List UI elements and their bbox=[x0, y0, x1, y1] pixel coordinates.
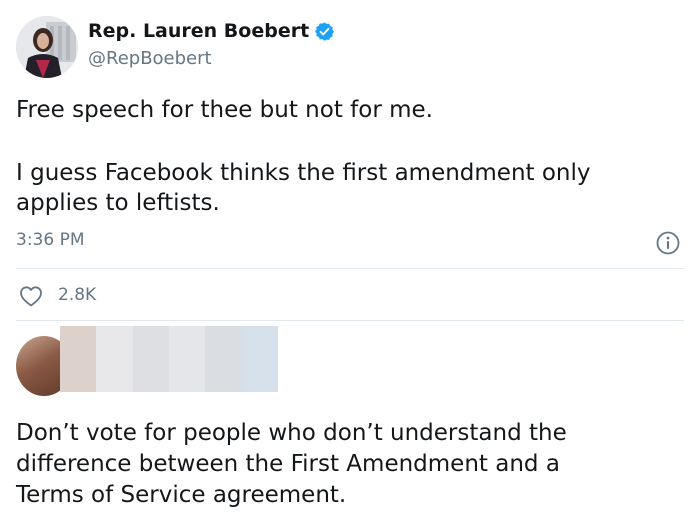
tweet-screenshot: Rep. Lauren Boebert @RepBoebert Free spe… bbox=[0, 0, 700, 512]
author-display-name[interactable]: Rep. Lauren Boebert bbox=[88, 20, 309, 42]
reply-text-line: difference between the First Amendment a… bbox=[16, 451, 560, 477]
reply-text-line: Don’t vote for people who don’t understa… bbox=[16, 420, 567, 446]
tweet-text-line: I guess Facebook thinks the first amendm… bbox=[16, 160, 591, 186]
tweet-text-line: applies to leftists. bbox=[16, 190, 220, 216]
tweet-timestamp[interactable]: 3:36 PM bbox=[16, 230, 85, 250]
reply-text-line: Terms of Service agreement. bbox=[16, 482, 347, 508]
like-count[interactable]: 2.8K bbox=[58, 285, 96, 305]
divider bbox=[16, 320, 684, 321]
tweet-text-line: Free speech for thee but not for me. bbox=[16, 97, 433, 123]
author-avatar-image bbox=[16, 16, 78, 78]
info-icon[interactable] bbox=[655, 230, 681, 256]
heart-icon[interactable] bbox=[19, 285, 43, 307]
author-avatar[interactable] bbox=[16, 16, 78, 78]
author-handle[interactable]: @RepBoebert bbox=[88, 48, 212, 69]
divider bbox=[16, 268, 684, 269]
redacted-author-name bbox=[60, 326, 278, 392]
verified-badge-icon bbox=[315, 22, 334, 41]
